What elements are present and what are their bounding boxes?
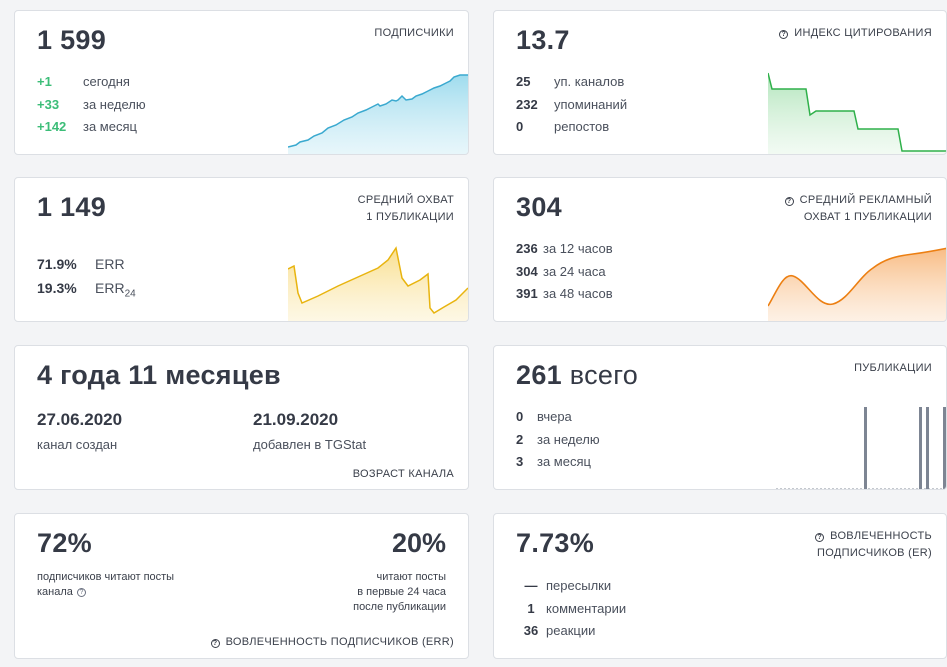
- stat-row: 1 комментарии: [527, 600, 627, 616]
- engagement-err-card[interactable]: 72% подписчиков читают посты канала? 20%…: [14, 513, 469, 659]
- ad-reach-stats: 236 за 12 часов 304 за 24 часа 391 за 48 ча…: [516, 238, 613, 306]
- engagement-er-card[interactable]: 7.73% ? ВОВЛЕЧЕННОСТЬ ПОДПИСЧИКОВ (ER) — пе…: [493, 513, 947, 659]
- stat-row: 304 за 24 часа: [516, 263, 606, 279]
- read-24h-value: 20%: [391, 528, 446, 558]
- channel-age-value: 4 года 11 месяцев: [37, 360, 281, 390]
- stat-row: 19.3% ERR24: [37, 279, 136, 300]
- stat-row: +142 за месяц: [37, 119, 137, 134]
- question-circle-icon[interactable]: ?: [815, 533, 825, 542]
- subscribers-sparkline: [288, 74, 468, 154]
- added-label: добавлен в TGStat: [253, 437, 367, 452]
- stat-row: 232 упоминаний: [516, 96, 628, 112]
- subscribers-count: 1 599: [37, 25, 107, 55]
- posts-bar-chart: [776, 407, 946, 489]
- stat-row: 2 за неделю: [516, 431, 600, 447]
- channel-age-label: ВОЗРАСТ КАНАЛА: [352, 468, 454, 480]
- stat-row: 71.9% ERR: [37, 256, 125, 272]
- stat-row: — пересылки: [524, 578, 612, 593]
- read-percent-text: подписчиков читают посты канала?: [37, 571, 175, 598]
- avg-reach-sparkline: [288, 246, 468, 321]
- subscribers-label: ПОДПИСЧИКИ: [374, 27, 454, 39]
- ad-reach-card[interactable]: 304 ? СРЕДНИЙ РЕКЛАМНЫЙ ОХВАТ 1 ПУБЛИКАЦИИ…: [493, 177, 947, 322]
- posts-label: ПУБЛИКАЦИИ: [854, 362, 932, 374]
- question-circle-icon[interactable]: ?: [784, 197, 794, 206]
- er-stats: — пересылки 1 комментарии 36 реакции: [516, 575, 626, 643]
- stat-row: 36 реакции: [523, 623, 596, 638]
- ad-reach-sparkline: [768, 247, 946, 321]
- citation-label: ? ИНДЕКС ЦИТИРОВАНИЯ: [779, 25, 932, 42]
- ad-reach-label: ? СРЕДНИЙ РЕКЛАМНЫЙ ОХВАТ 1 ПУБЛИКАЦИИ: [784, 192, 932, 226]
- posts-card[interactable]: 261 всего ПУБЛИКАЦИИ 0 вчера 2 за неделю 3…: [493, 345, 947, 490]
- read-24h-text: читают посты в первые 24 часа после публ…: [353, 571, 446, 613]
- avg-reach-value: 1 149: [37, 192, 107, 222]
- stat-row: 236 за 12 часов: [516, 241, 613, 256]
- stat-row: 391 за 48 часов: [516, 286, 613, 301]
- stat-row: 0 репостов: [516, 119, 610, 134]
- read-percent-value: 72%: [37, 528, 92, 558]
- citation-index-value: 13.7: [516, 25, 570, 55]
- avg-reach-label: СРЕДНИЙ ОХВАТ 1 ПУБЛИКАЦИИ: [357, 194, 454, 223]
- err-stats: 71.9% ERR 19.3% ERR24: [37, 253, 136, 306]
- engagement-err-label: ? ВОВЛЕЧЕННОСТЬ ПОДПИСЧИКОВ (ERR): [210, 636, 454, 648]
- stat-row: +33 за неделю: [37, 96, 146, 112]
- er-value: 7.73%: [516, 528, 595, 558]
- citation-sparkline: [768, 72, 946, 154]
- stat-row: +1 сегодня: [37, 74, 130, 89]
- citation-card[interactable]: 13.7 ? ИНДЕКС ЦИТИРОВАНИЯ 25 уп. каналов 2…: [493, 10, 947, 155]
- question-circle-icon[interactable]: ?: [779, 30, 789, 39]
- stat-row: 3 за месяц: [516, 454, 591, 469]
- created-label: канал создан: [37, 437, 118, 452]
- posts-count: 261 всего: [516, 360, 639, 390]
- subscribers-card[interactable]: 1 599 ПОДПИСЧИКИ +1 сегодня +33 за неделю …: [14, 10, 469, 155]
- ad-reach-value: 304: [516, 192, 562, 222]
- added-date: 21.09.2020: [253, 410, 339, 429]
- avg-reach-card[interactable]: 1 149 СРЕДНИЙ ОХВАТ 1 ПУБЛИКАЦИИ 71.9% ERR…: [14, 177, 469, 322]
- channel-age-card[interactable]: 4 года 11 месяцев 27.06.2020 канал созда…: [14, 345, 469, 490]
- citation-stats: 25 уп. каналов 232 упоминаний 0 репостов: [516, 71, 627, 139]
- engagement-er-label: ? ВОВЛЕЧЕННОСТЬ ПОДПИСЧИКОВ (ER): [815, 530, 932, 559]
- posts-stats: 0 вчера 2 за неделю 3 за месяц: [516, 406, 600, 474]
- stat-row: 25 уп. каналов: [516, 74, 625, 89]
- stat-row: 0 вчера: [516, 409, 572, 424]
- question-circle-icon[interactable]: ?: [210, 639, 220, 648]
- question-circle-icon[interactable]: ?: [76, 588, 86, 597]
- subscribers-stats: +1 сегодня +33 за неделю +142 за месяц: [37, 71, 146, 139]
- created-date: 27.06.2020: [37, 410, 123, 429]
